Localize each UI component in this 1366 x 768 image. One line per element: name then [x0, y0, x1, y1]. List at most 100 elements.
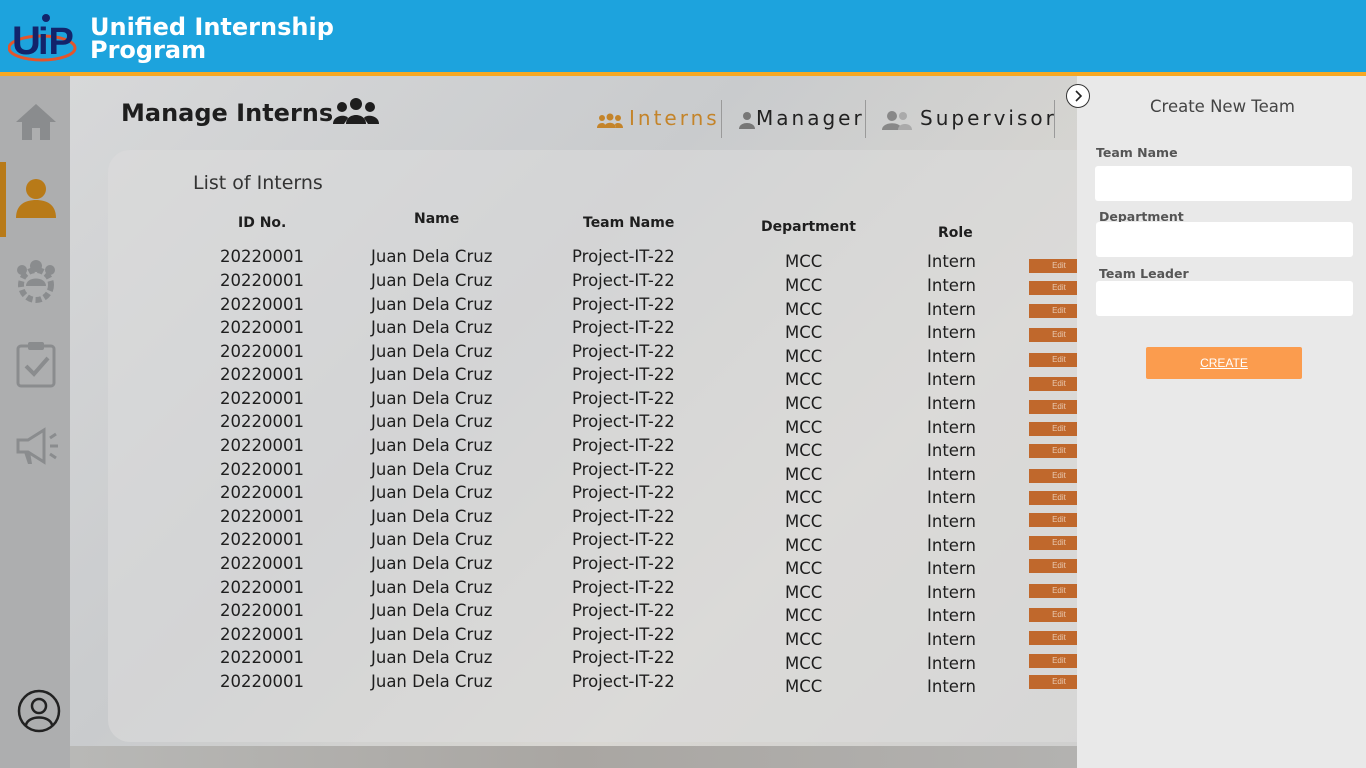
team-gear-icon[interactable] [12, 256, 60, 304]
cell-id-no: 20220001 [220, 625, 304, 644]
brand-name: Unified Internship Program [90, 15, 350, 62]
cell-role: Intern [927, 394, 976, 413]
cell-role: Intern [927, 512, 976, 531]
cell-team-name: Project-IT-22 [572, 247, 675, 266]
tab-supervisor[interactable]: Supervisor [882, 106, 1057, 130]
cell-id-no: 20220001 [220, 247, 304, 266]
cell-name: Juan Dela Cruz [371, 648, 493, 667]
cell-name: Juan Dela Cruz [371, 365, 493, 384]
close-panel-button[interactable] [1066, 84, 1090, 108]
tab-interns[interactable]: Interns [597, 106, 720, 130]
cell-name: Juan Dela Cruz [371, 601, 493, 620]
cell-role: Intern [927, 441, 976, 460]
cell-team-name: Project-IT-22 [572, 672, 675, 691]
tab-manager[interactable]: Manager [738, 106, 865, 130]
cell-name: Juan Dela Cruz [371, 530, 493, 549]
cell-role: Intern [927, 559, 976, 578]
cell-department: MCC [785, 394, 823, 413]
tab-interns-label: Interns [629, 106, 720, 130]
cell-department: MCC [785, 276, 823, 295]
create-team-button[interactable]: CREATE [1146, 347, 1302, 379]
cell-role: Intern [927, 347, 976, 366]
cell-team-name: Project-IT-22 [572, 295, 675, 314]
cell-role: Intern [927, 252, 976, 271]
cell-department: MCC [785, 418, 823, 437]
team-name-input[interactable] [1095, 166, 1352, 201]
cell-team-name: Project-IT-22 [572, 507, 675, 526]
svg-text:U: U [12, 19, 41, 63]
tab-divider [721, 100, 722, 138]
cell-id-no: 20220001 [220, 648, 304, 667]
cell-team-name: Project-IT-22 [572, 625, 675, 644]
app-header: U iP Unified Internship Program [0, 0, 1366, 72]
cell-department: MCC [785, 370, 823, 389]
sidebar-active-indicator [0, 162, 6, 237]
cell-team-name: Project-IT-22 [572, 601, 675, 620]
cell-name: Juan Dela Cruz [371, 295, 493, 314]
cell-name: Juan Dela Cruz [371, 318, 493, 337]
cell-role: Intern [927, 488, 976, 507]
cell-team-name: Project-IT-22 [572, 389, 675, 408]
cell-name: Juan Dela Cruz [371, 412, 493, 431]
tab-divider [1054, 100, 1055, 138]
cell-role: Intern [927, 654, 976, 673]
supervisor-tab-icon [882, 110, 912, 130]
cell-team-name: Project-IT-22 [572, 648, 675, 667]
team-leader-input[interactable] [1096, 281, 1353, 316]
interns-tab-icon [597, 113, 623, 128]
cell-id-no: 20220001 [220, 507, 304, 526]
cell-id-no: 20220001 [220, 295, 304, 314]
panel-title: Create New Team [1150, 97, 1295, 116]
cell-team-name: Project-IT-22 [572, 365, 675, 384]
cell-role: Intern [927, 583, 976, 602]
team-leader-label: Team Leader [1099, 266, 1189, 281]
cell-department: MCC [785, 583, 823, 602]
tab-divider [865, 100, 866, 138]
cell-id-no: 20220001 [220, 271, 304, 290]
cell-id-no: 20220001 [220, 412, 304, 431]
cell-department: MCC [785, 323, 823, 342]
megaphone-icon[interactable] [12, 422, 60, 470]
clipboard-check-icon[interactable] [12, 340, 60, 388]
cell-id-no: 20220001 [220, 365, 304, 384]
department-input[interactable] [1096, 222, 1353, 257]
profile-icon[interactable] [17, 689, 61, 733]
cell-role: Intern [927, 300, 976, 319]
cell-department: MCC [785, 606, 823, 625]
cell-department: MCC [785, 677, 823, 696]
cell-id-no: 20220001 [220, 554, 304, 573]
cell-team-name: Project-IT-22 [572, 578, 675, 597]
background-band [70, 746, 1077, 768]
cell-id-no: 20220001 [220, 436, 304, 455]
home-icon[interactable] [12, 98, 60, 146]
cell-name: Juan Dela Cruz [371, 554, 493, 573]
cell-department: MCC [785, 441, 823, 460]
cell-team-name: Project-IT-22 [572, 412, 675, 431]
cell-id-no: 20220001 [220, 601, 304, 620]
column-header-id: ID No. [238, 215, 287, 231]
cell-department: MCC [785, 465, 823, 484]
cell-department: MCC [785, 488, 823, 507]
cell-role: Intern [927, 370, 976, 389]
tab-manager-label: Manager [756, 106, 865, 130]
cell-id-no: 20220001 [220, 389, 304, 408]
cell-team-name: Project-IT-22 [572, 460, 675, 479]
manager-tab-icon [739, 111, 755, 129]
cell-team-name: Project-IT-22 [572, 483, 675, 502]
cell-role: Intern [927, 418, 976, 437]
svg-text:iP: iP [38, 21, 74, 63]
cell-role: Intern [927, 276, 976, 295]
user-icon[interactable] [12, 174, 60, 222]
cell-role: Intern [927, 677, 976, 696]
cell-team-name: Project-IT-22 [572, 271, 675, 290]
cell-id-no: 20220001 [220, 672, 304, 691]
cell-id-no: 20220001 [220, 342, 304, 361]
column-header-team: Team Name [583, 215, 675, 231]
column-header-role: Role [938, 225, 973, 241]
cell-name: Juan Dela Cruz [371, 507, 493, 526]
cell-role: Intern [927, 630, 976, 649]
cell-id-no: 20220001 [220, 483, 304, 502]
cell-id-no: 20220001 [220, 318, 304, 337]
cell-team-name: Project-IT-22 [572, 342, 675, 361]
uip-logo: U iP [8, 14, 77, 63]
